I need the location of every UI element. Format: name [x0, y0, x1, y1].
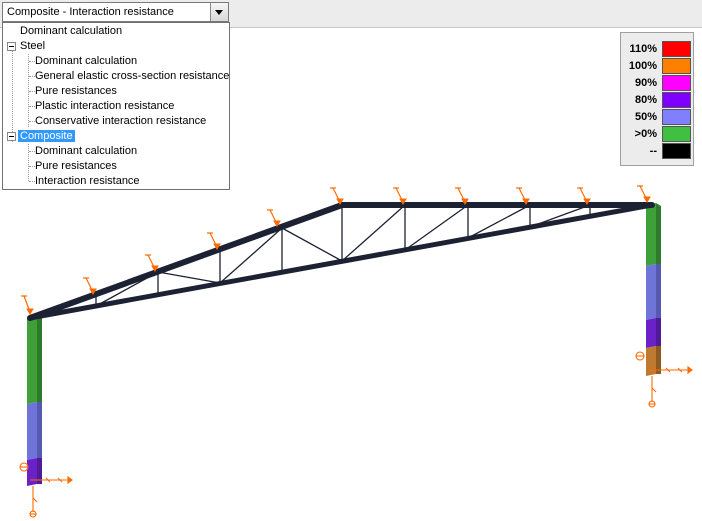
result-type-dropdown: Dominant calculation Steel Dominant calc…: [2, 22, 230, 190]
legend-swatch: [662, 143, 691, 159]
tree-item-steel-elastic[interactable]: General elastic cross-section resistance: [33, 69, 231, 84]
load-arrow-icon: [393, 187, 407, 205]
legend-label: 100%: [628, 60, 657, 72]
color-legend: 110% 100% 90% 80% 50% >0% --: [620, 32, 694, 166]
load-arrow-icon: [577, 187, 591, 205]
tree-item-composite-pure[interactable]: Pure resistances: [33, 159, 119, 174]
tree-item-steel-pure[interactable]: Pure resistances: [33, 84, 119, 99]
load-arrow-icon: [83, 277, 97, 295]
tree-item-steel-plastic[interactable]: Plastic interaction resistance: [33, 99, 176, 114]
legend-label: 90%: [634, 77, 657, 89]
tree-item-steel-dominant[interactable]: Dominant calculation: [33, 54, 139, 69]
legend-label: 50%: [634, 111, 657, 123]
legend-label: --: [649, 145, 657, 157]
legend-swatch: [662, 75, 691, 91]
load-arrow-icon: [455, 187, 469, 205]
dropdown-button[interactable]: [210, 3, 228, 21]
right-column[interactable]: [646, 203, 661, 376]
legend-swatch: [662, 58, 691, 74]
legend-swatch: [662, 92, 691, 108]
chevron-down-icon: [215, 10, 223, 15]
right-support-icon: [635, 351, 693, 408]
collapse-steel-icon[interactable]: [7, 42, 16, 51]
legend-label: 80%: [634, 94, 657, 106]
tree-item-composite-dominant[interactable]: Dominant calculation: [33, 144, 139, 159]
tree-item-composite[interactable]: Composite: [18, 129, 75, 144]
legend-label: >0%: [634, 128, 657, 140]
truss[interactable]: [27, 202, 655, 321]
legend-label: 110%: [629, 43, 657, 55]
load-arrow-icon: [145, 254, 159, 272]
collapse-composite-icon[interactable]: [7, 132, 16, 141]
load-arrow-icon: [330, 187, 344, 205]
tree-item-steel[interactable]: Steel: [18, 39, 47, 54]
combobox-value: Composite - Interaction resistance: [7, 6, 174, 18]
load-arrow-icon: [516, 187, 530, 205]
legend-swatch: [662, 41, 691, 57]
legend-swatch: [662, 126, 691, 142]
tree-item-dominant-calculation[interactable]: Dominant calculation: [18, 24, 124, 39]
tree-item-composite-interaction[interactable]: Interaction resistance: [33, 174, 142, 189]
result-type-combobox[interactable]: Composite - Interaction resistance: [2, 2, 229, 22]
left-column[interactable]: [27, 315, 42, 486]
load-arrow-icon: [21, 295, 34, 315]
load-arrow-icon: [267, 209, 281, 227]
tree-item-steel-conservative[interactable]: Conservative interaction resistance: [33, 114, 208, 129]
load-arrow-icon: [207, 232, 221, 250]
legend-swatch: [662, 109, 691, 125]
load-arrow-icon: [637, 185, 651, 203]
